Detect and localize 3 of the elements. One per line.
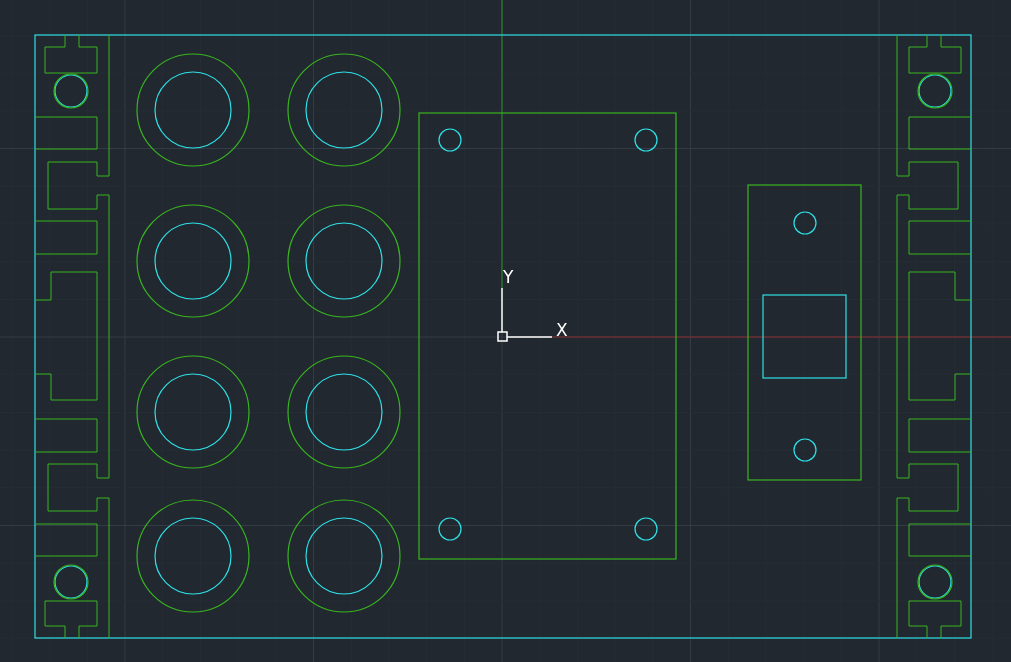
ucs-axes-icon (497, 287, 553, 342)
y-axis-label: Y (503, 267, 514, 287)
x-axis-label: X (556, 320, 568, 340)
